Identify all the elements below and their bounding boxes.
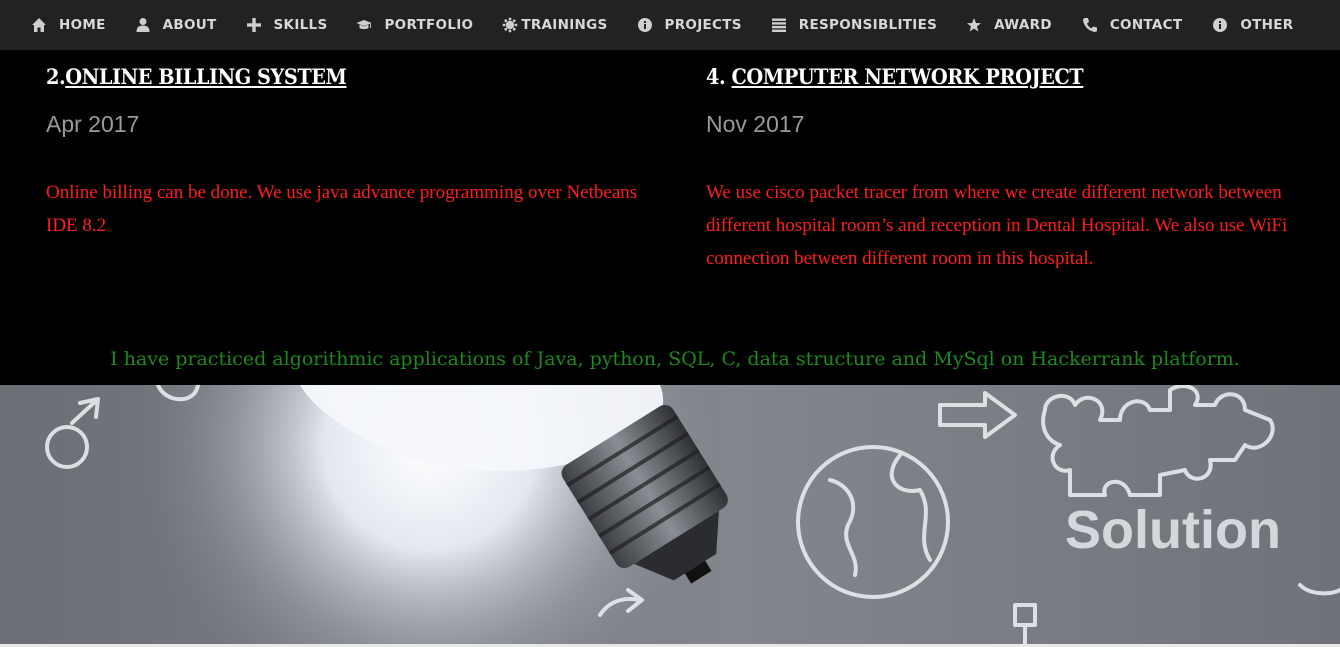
chalk-solution-text: Solution [1065,500,1281,560]
nav-item-projects[interactable]: PROJECTS [637,0,742,50]
nav-item-about[interactable]: ABOUT [135,0,217,50]
nav-label: HOME [59,17,106,33]
nav-label: OTHER [1240,17,1294,33]
project-number: 4. [706,64,732,89]
user-icon [135,17,151,33]
hero-illustration: Solution [0,385,1340,644]
phone-icon [1082,17,1098,33]
list-icon [771,17,787,33]
info-circle-icon [637,17,653,33]
nav-item-home[interactable]: HOME [31,0,106,50]
nav-item-other[interactable]: OTHER [1212,0,1293,50]
top-nav: HOME ABOUT SKILLS PORTFOLIO TRAININGS PR… [0,0,1340,50]
projects-section: 2.ONLINE BILLING SYSTEM Apr 2017 Online … [0,50,1340,385]
nav-item-trainings[interactable]: TRAININGS [502,0,607,50]
project-description: We use cisco packet tracer from where we… [706,182,1288,269]
nav-label: ABOUT [162,17,217,33]
project-title: 4. COMPUTER NETWORK PROJECT [706,64,1084,89]
nav-label: CONTACT [1109,17,1183,33]
project-description: Online billing can be done. We use java … [46,182,638,236]
project-title: 2.ONLINE BILLING SYSTEM [46,64,347,89]
nav-label: SKILLS [273,17,328,33]
chalkboard-lightbulb-image: Solution [0,385,1340,644]
nav-label: TRAININGS [521,17,608,33]
nav-item-skills[interactable]: SKILLS [246,0,328,50]
plus-icon [246,17,262,33]
project-title-link[interactable]: ONLINE BILLING SYSTEM [65,64,347,89]
nav-label: RESPONSIBLITIES [798,17,938,33]
graduation-cap-icon [356,17,372,33]
nav-label: PORTFOLIO [384,17,474,33]
hackerrank-statement: I have practiced algorithmic application… [110,348,1240,370]
project-title-link[interactable]: COMPUTER NETWORK PROJECT [732,64,1084,89]
home-icon [31,17,47,33]
project-date: Nov 2017 [706,111,805,137]
project-number: 2. [46,64,66,89]
nav-item-award[interactable]: AWARD [966,0,1052,50]
nav-label: PROJECTS [664,17,742,33]
info-circle-icon [1212,17,1228,33]
nav-item-contact[interactable]: CONTACT [1082,0,1183,50]
star-icon [966,17,982,33]
nav-item-portfolio[interactable]: PORTFOLIO [356,0,473,50]
certificate-icon [502,17,518,33]
nav-label: AWARD [994,17,1052,33]
nav-item-responsiblities[interactable]: RESPONSIBLITIES [771,0,937,50]
project-date: Apr 2017 [46,111,140,137]
